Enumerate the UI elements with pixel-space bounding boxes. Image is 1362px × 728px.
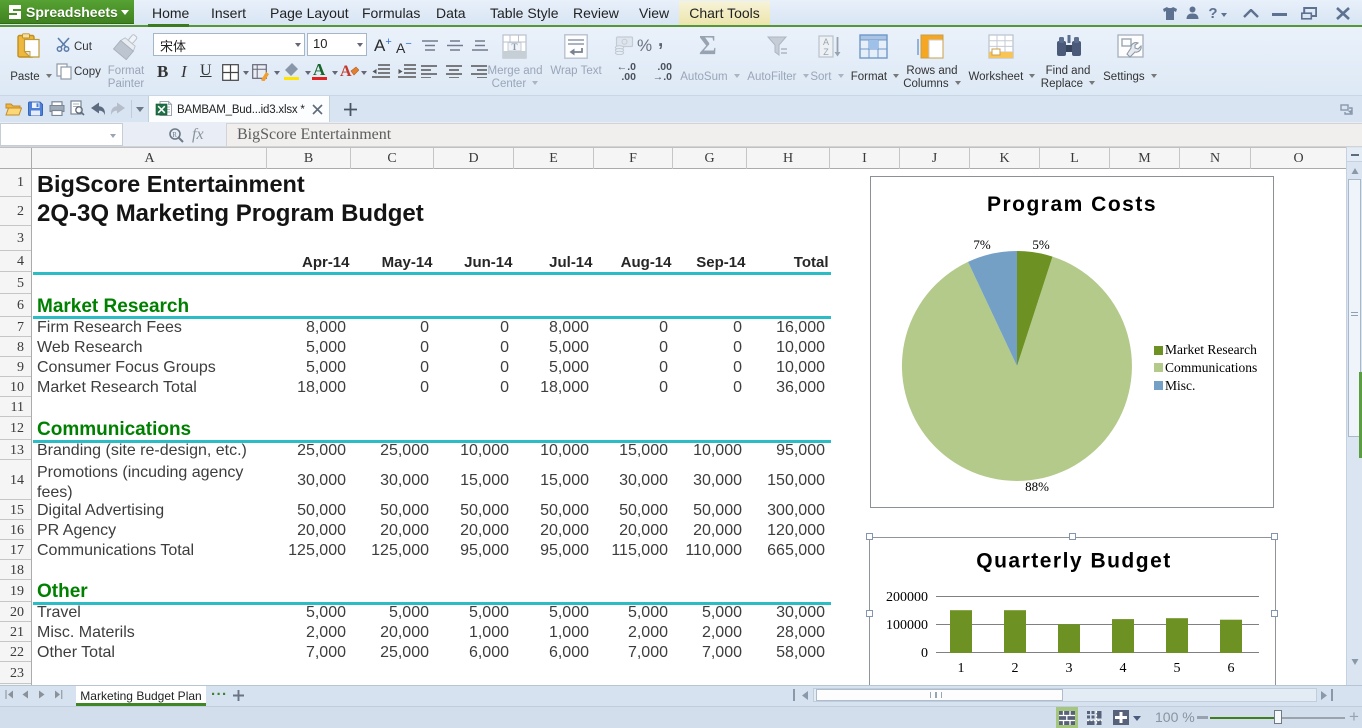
svg-text:T: T (511, 42, 517, 52)
svg-text:1: 1 (958, 661, 965, 676)
svg-text:Program Costs: Program Costs (987, 193, 1157, 216)
svg-text:A: A (823, 37, 829, 47)
svg-text:7%: 7% (973, 237, 991, 252)
svg-text:0: 0 (921, 646, 928, 661)
svg-text:R: R (172, 131, 177, 139)
svg-text:5: 5 (1174, 661, 1181, 676)
svg-text:3: 3 (1066, 661, 1073, 676)
svg-text:6: 6 (1228, 661, 1235, 676)
svg-text:88%: 88% (1025, 479, 1049, 494)
svg-text:2: 2 (1012, 661, 1019, 676)
svg-text:200000: 200000 (886, 590, 928, 605)
svg-text:Z: Z (823, 47, 829, 57)
svg-text:Communications: Communications (1165, 360, 1257, 375)
svg-text:5%: 5% (1032, 237, 1050, 252)
svg-text:100000: 100000 (886, 618, 928, 633)
svg-text:Quarterly Budget: Quarterly Budget (976, 550, 1172, 573)
svg-text:Market Research: Market Research (1165, 342, 1257, 357)
svg-text:Misc.: Misc. (1165, 378, 1195, 393)
svg-text:A: A (340, 63, 352, 80)
svg-text:4: 4 (1120, 661, 1127, 676)
